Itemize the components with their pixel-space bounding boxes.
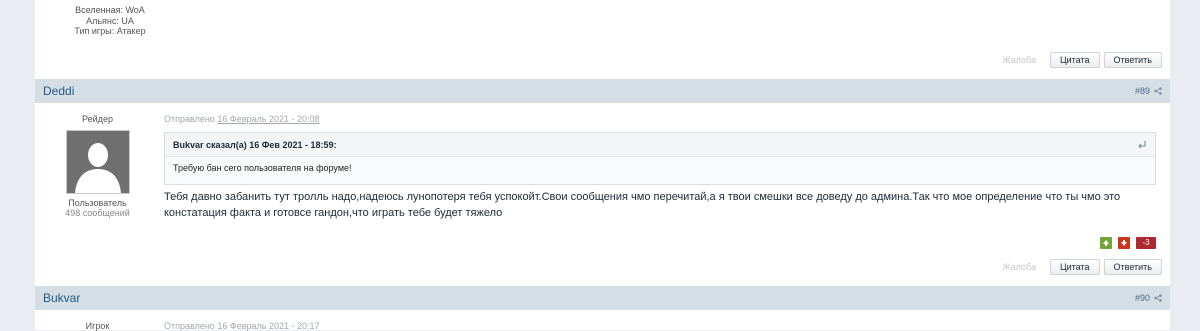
rep-down-button[interactable]	[1118, 237, 1130, 249]
rep-count-badge: -3	[1136, 237, 1156, 249]
post-date-link[interactable]: 16 Февраль 2021 - 20:08	[217, 114, 319, 124]
prev-author-info: Вселенная: WoA Альянс: UA Тип игры: Атак…	[35, 5, 185, 37]
quote-text: Требую бан сего пользователя на форуме!	[173, 163, 352, 173]
author-column-89: Рейдер Пользователь 498 сообщений	[35, 114, 160, 218]
post-date-prefix: Отправлено	[164, 114, 215, 124]
arrow-down-icon	[1121, 240, 1127, 246]
prev-report-link[interactable]: Жалоба	[1002, 55, 1036, 65]
quote-author: Bukvar сказал(а) 16 Фев 2021 - 18:59:	[173, 139, 337, 150]
author-link-deddi[interactable]: Deddi	[43, 84, 74, 98]
reputation-controls: -3	[1100, 237, 1156, 249]
share-icon[interactable]	[1154, 294, 1162, 302]
post-number-89[interactable]: #89	[1135, 86, 1162, 96]
prev-info-alliance: Альянс: UA	[86, 15, 134, 26]
post-header-89: Deddi #89	[35, 79, 1170, 103]
post-actions-89: Жалоба Цитата Ответить	[1002, 259, 1162, 275]
prev-info-gametype: Тип игры: Атакер	[74, 26, 146, 36]
prev-reply-button[interactable]: Ответить	[1103, 52, 1162, 68]
default-avatar-icon	[66, 131, 129, 193]
avatar[interactable]	[65, 130, 130, 194]
arrow-up-icon	[1103, 240, 1109, 246]
report-link[interactable]: Жалоба	[1002, 262, 1036, 272]
post-number-90[interactable]: #90	[1135, 293, 1162, 303]
post-body-89: Тебя давно забанить тут тролль надо,наде…	[164, 191, 1121, 219]
author-posts-count: 498 сообщений	[65, 208, 130, 218]
post-header-90: Bukvar #90	[35, 286, 1170, 310]
prev-post-actions: Жалоба Цитата Ответить	[1002, 52, 1162, 68]
author-link-bukvar[interactable]: Bukvar	[43, 291, 80, 305]
share-icon[interactable]	[1154, 87, 1162, 95]
reply-button[interactable]: Ответить	[1103, 259, 1162, 275]
post-number-label[interactable]: #90	[1135, 293, 1150, 303]
author-rank: Рейдер	[82, 114, 113, 124]
post-date-89: Отправлено 16 Февраль 2021 - 20:08	[164, 114, 319, 124]
quote-block: Bukvar сказал(а) 16 Фев 2021 - 18:59: Тр…	[164, 132, 1156, 185]
quote-button[interactable]: Цитата	[1049, 259, 1100, 275]
topic-page: Вселенная: WoA Альянс: UA Тип игры: Атак…	[35, 0, 1170, 331]
view-quoted-post-icon[interactable]	[1137, 140, 1147, 150]
rep-up-button[interactable]	[1100, 237, 1112, 249]
prev-info-universe: Вселенная: WoA	[75, 5, 145, 15]
quote-citation: Bukvar сказал(а) 16 Фев 2021 - 18:59:	[165, 133, 1155, 157]
author-group: Пользователь	[68, 198, 127, 208]
prev-quote-button[interactable]: Цитата	[1049, 52, 1100, 68]
post-number-label[interactable]: #89	[1135, 86, 1150, 96]
